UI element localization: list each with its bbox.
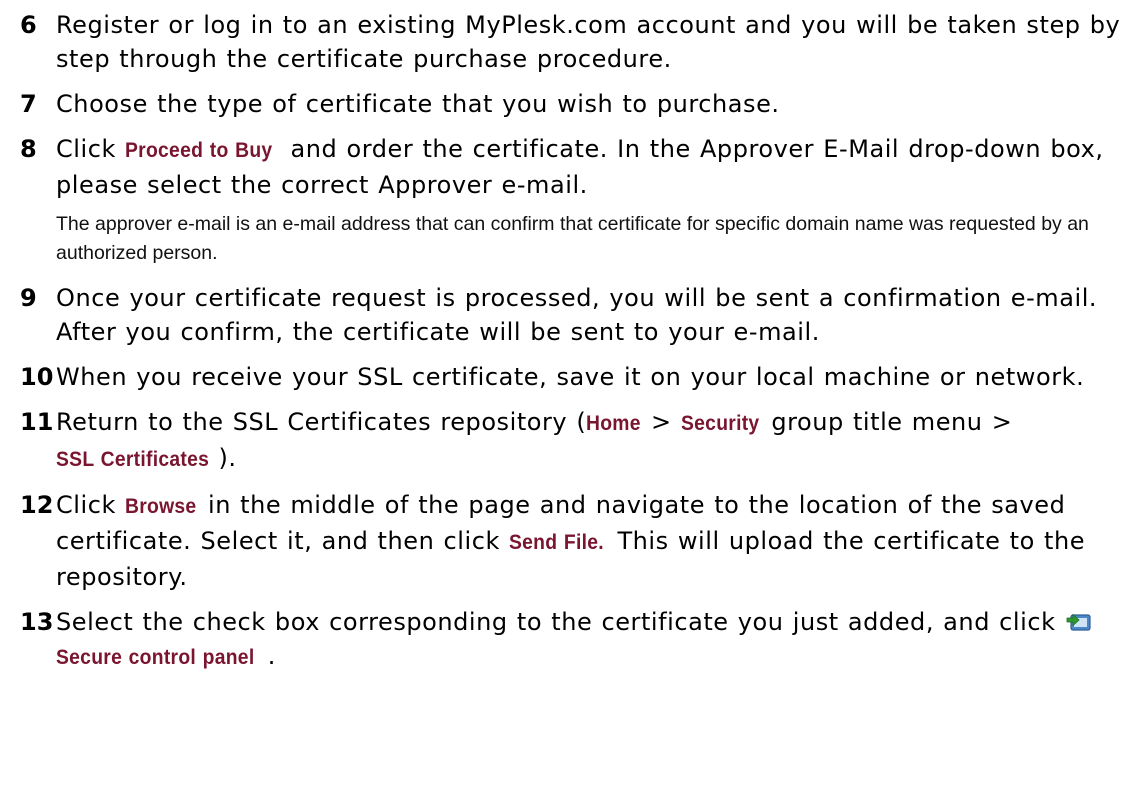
step-6: 6 Register or log in to an existing MyPl… <box>20 8 1130 76</box>
send-file-label: Send File. <box>509 531 605 554</box>
step-text: Once your certificate request is process… <box>56 284 1098 346</box>
step-text-before: Click <box>56 135 126 163</box>
step-12: 12 Click Browse in the middle of the pag… <box>20 488 1130 594</box>
step-text-separator: > <box>641 408 681 436</box>
secure-panel-icon <box>1065 609 1093 633</box>
step-text: When you receive your SSL certificate, s… <box>56 363 1085 391</box>
step-text: Register or log in to an existing MyPles… <box>56 11 1121 73</box>
step-11: 11 Return to the SSL Certificates reposi… <box>20 405 1130 477</box>
step-number: 13 <box>20 608 54 636</box>
step-number: 9 <box>20 284 37 312</box>
step-number: 8 <box>20 135 37 163</box>
step-7: 7 Choose the type of certificate that yo… <box>20 87 1130 121</box>
step-10: 10 When you receive your SSL certificate… <box>20 360 1130 394</box>
step-number: 12 <box>20 491 54 519</box>
instruction-steps: 6 Register or log in to an existing MyPl… <box>20 8 1130 686</box>
step-8: 8 Click Proceed to Buy and order the cer… <box>20 132 1130 202</box>
step-text: Choose the type of certificate that you … <box>56 90 780 118</box>
step-number: 11 <box>20 408 54 436</box>
step-text-before: Return to the SSL Certificates repositor… <box>56 408 587 436</box>
step-number: 10 <box>20 363 54 391</box>
step-text-after: . <box>267 642 276 670</box>
step-8-note: The approver e-mail is an e-mail address… <box>56 213 1089 264</box>
ssl-certificates-label: SSL Certificates <box>56 448 210 471</box>
step-text-before: Click <box>56 491 126 519</box>
step-9: 9 Once your certificate request is proce… <box>20 281 1130 349</box>
step-number: 6 <box>20 11 37 39</box>
browse-label: Browse <box>125 495 197 518</box>
step-13: 13 Select the check box corresponding to… <box>20 605 1130 675</box>
proceed-to-buy-label: Proceed to Buy <box>125 139 273 162</box>
security-label: Security <box>680 412 760 435</box>
step-text-middle: group title menu > <box>762 408 1013 436</box>
secure-control-panel-label: Secure control panel <box>56 646 255 669</box>
step-text-after: ). <box>218 444 237 472</box>
home-label: Home <box>586 412 642 435</box>
step-text-before: Select the check box corresponding to th… <box>56 608 1065 636</box>
step-number: 7 <box>20 90 37 118</box>
